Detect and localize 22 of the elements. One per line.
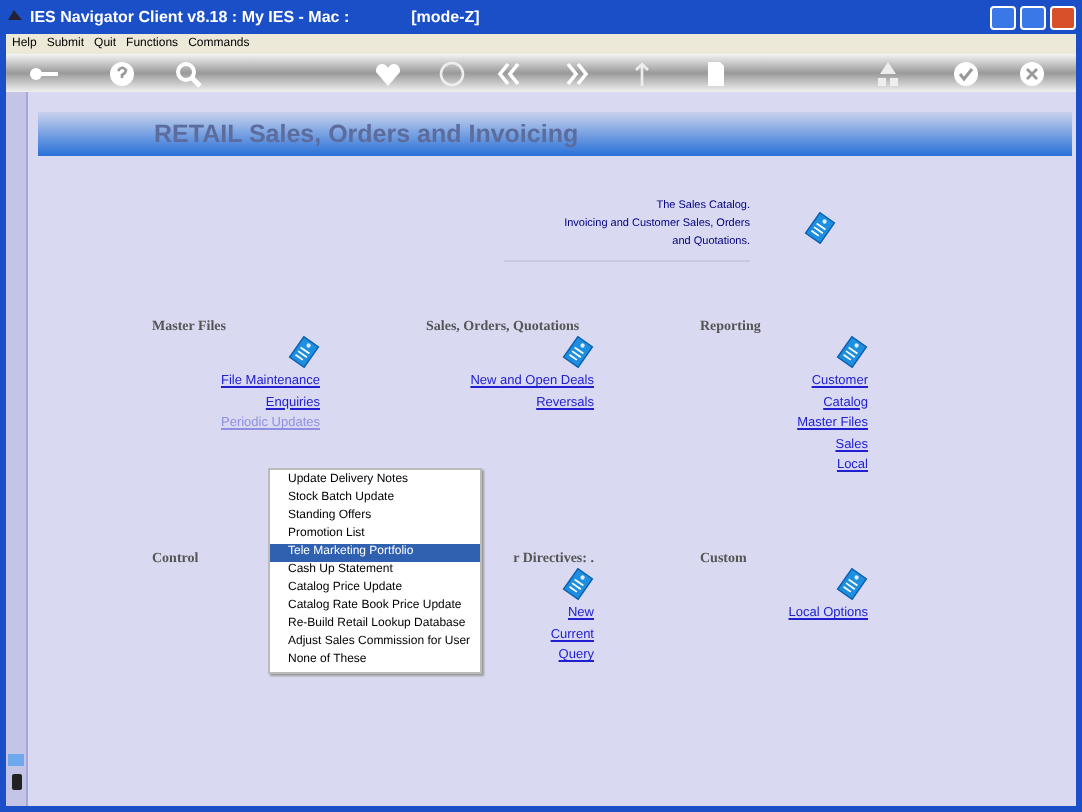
rewind-icon[interactable]: [492, 58, 524, 90]
price-tag-icon: [288, 336, 320, 368]
price-tag-icon: [836, 336, 868, 368]
check-icon[interactable]: [950, 58, 982, 90]
app-icon: [6, 8, 24, 26]
maximize-button[interactable]: [1020, 5, 1046, 29]
circle-icon[interactable]: [436, 58, 468, 90]
search-icon[interactable]: [172, 58, 204, 90]
help-icon[interactable]: [106, 58, 138, 90]
window-title: IES Navigator Client v8.18 : My IES - Mac :: [30, 8, 350, 26]
minimize-button[interactable]: [990, 5, 1016, 29]
window-mode: [mode-Z]: [411, 8, 480, 26]
banner-title: RETAIL Sales, Orders and Invoicing: [154, 120, 579, 148]
heart-icon[interactable]: [372, 58, 404, 90]
close-button[interactable]: [1050, 5, 1076, 29]
strip-icon[interactable]: [11, 774, 21, 790]
price-tag-icon: [836, 568, 868, 600]
price-tag-icon: [562, 336, 594, 368]
close-icon[interactable]: [1016, 58, 1048, 90]
forward-icon[interactable]: [562, 58, 594, 90]
price-tag-icon: [562, 568, 594, 600]
price-tag-icon: [804, 211, 836, 243]
